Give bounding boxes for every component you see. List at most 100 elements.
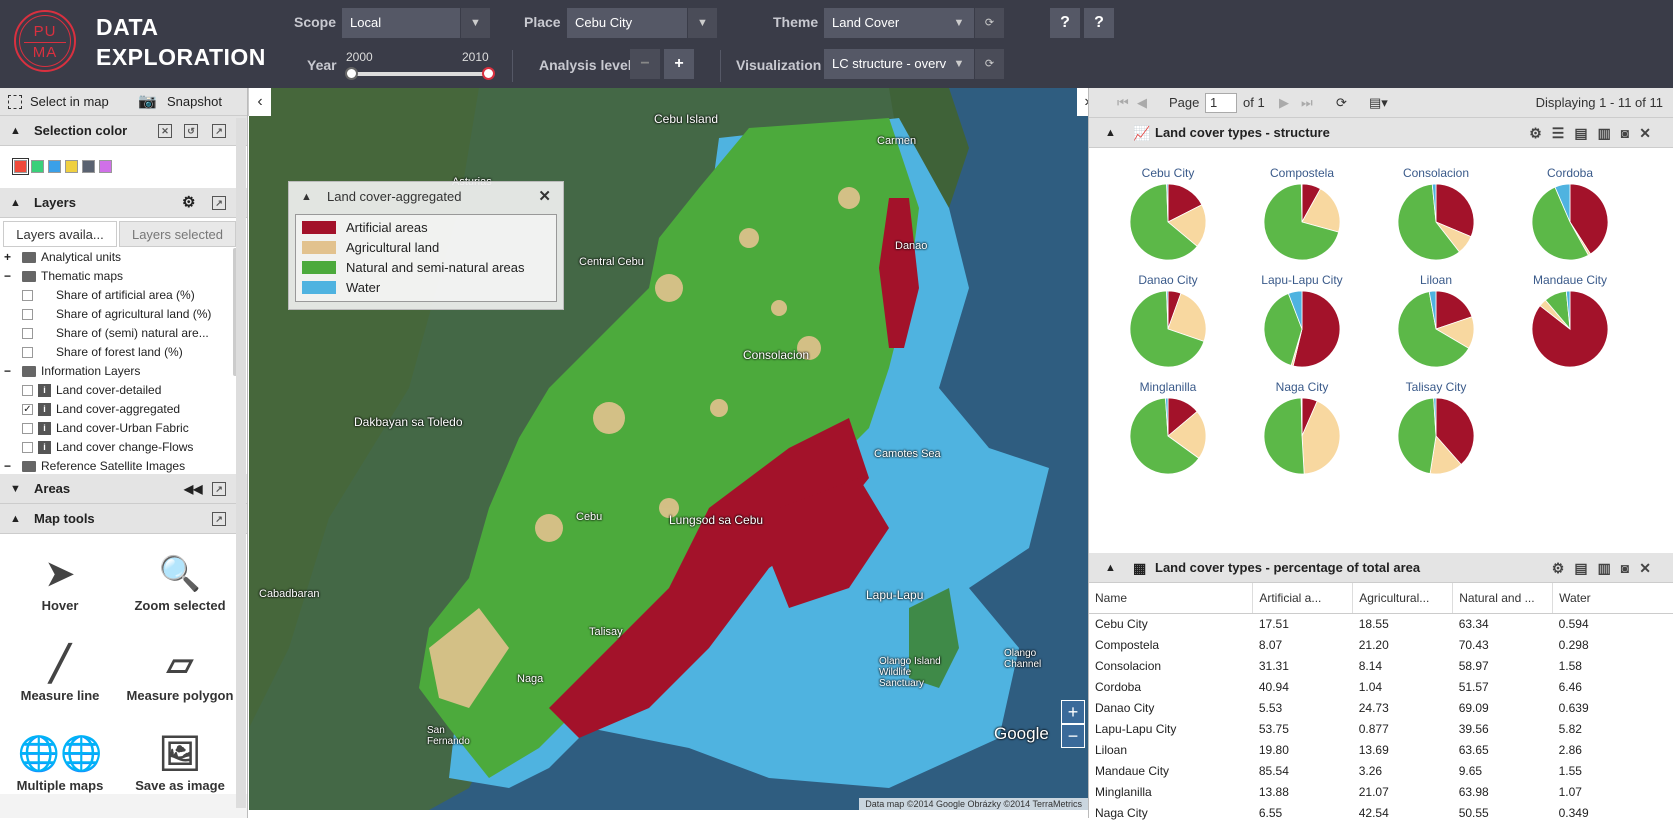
hover-tool[interactable]: ➤ Hover xyxy=(0,550,120,613)
prev-page-icon[interactable]: ◀ xyxy=(1137,88,1147,118)
refresh-icon[interactable]: ⟳ xyxy=(1336,88,1347,118)
selection-color-swatch[interactable] xyxy=(99,160,112,173)
info-icon[interactable]: i xyxy=(38,441,51,454)
table-row[interactable]: Compostela 8.07 21.20 70.43 0.298 xyxy=(1089,634,1673,655)
last-page-icon[interactable]: ⏭ xyxy=(1301,88,1313,118)
popout-icon[interactable]: ↗ xyxy=(212,482,226,496)
selection-color-swatch[interactable] xyxy=(12,158,29,175)
first-page-icon[interactable]: ⏮ xyxy=(1117,88,1129,118)
layer-tree-item[interactable]: Share of agricultural land (%) xyxy=(0,305,247,324)
popout-icon[interactable]: ↗ xyxy=(212,196,226,210)
table-row[interactable]: Naga City 6.55 42.54 50.55 0.349 xyxy=(1089,802,1673,823)
table-row[interactable]: Mandaue City 85.54 3.26 9.65 1.55 xyxy=(1089,760,1673,781)
layer-tree-item[interactable]: Share of artificial area (%) xyxy=(0,286,247,305)
pie-chart[interactable]: Minglanilla xyxy=(1101,378,1235,479)
close-icon[interactable]: ✕ xyxy=(538,182,551,212)
table-row[interactable]: Liloan 19.80 13.69 63.65 2.86 xyxy=(1089,739,1673,760)
layer-checkbox[interactable] xyxy=(22,385,33,396)
scope-select[interactable]: Local ▼ xyxy=(342,8,490,38)
selection-color-swatch[interactable] xyxy=(31,160,44,173)
snapshot-button[interactable]: Snapshot xyxy=(167,88,222,116)
next-page-icon[interactable]: ▶ xyxy=(1279,88,1289,118)
zoom-in-button[interactable]: + xyxy=(1061,700,1085,724)
year-start-handle[interactable] xyxy=(345,67,358,80)
info-icon[interactable]: i xyxy=(38,403,51,416)
widget-icons[interactable]: ⚙☰▤▥◙✕ xyxy=(1529,118,1661,148)
collapse-icon[interactable]: − xyxy=(4,457,11,474)
table-row[interactable]: Consolacion 31.31 8.14 58.97 1.58 xyxy=(1089,655,1673,676)
place-select[interactable]: Cebu City ▼ xyxy=(567,8,717,38)
pie-slice[interactable] xyxy=(1397,397,1437,474)
page-input[interactable]: 1 xyxy=(1205,93,1237,113)
popout-icon[interactable]: ↗ xyxy=(212,512,226,526)
info-icon[interactable]: i xyxy=(38,422,51,435)
measure-line-tool[interactable]: ╱ Measure line xyxy=(0,640,120,703)
pie-chart[interactable]: Cordoba xyxy=(1503,164,1637,265)
layer-tree-item[interactable]: i Land cover-Urban Fabric xyxy=(0,419,247,438)
chevron-up-icon[interactable]: ▲ xyxy=(1105,553,1116,583)
table-column-header[interactable]: Artificial a... xyxy=(1252,583,1354,614)
table-row[interactable]: Lapu-Lapu City 53.75 0.877 39.56 5.82 xyxy=(1089,718,1673,739)
table-row[interactable]: Cordoba 40.94 1.04 51.57 6.46 xyxy=(1089,676,1673,697)
chevron-up-icon[interactable]: ▲ xyxy=(1105,118,1116,148)
pie-chart[interactable]: Talisay City xyxy=(1369,378,1503,479)
collapse-icon[interactable]: − xyxy=(4,362,11,381)
table-row[interactable]: Cebu City 17.51 18.55 63.34 0.594 xyxy=(1089,613,1673,634)
table-column-header[interactable]: Water xyxy=(1552,583,1673,614)
analysis-level-minus-button[interactable]: − xyxy=(630,49,660,79)
layer-checkbox[interactable] xyxy=(22,328,33,339)
year-slider[interactable] xyxy=(345,67,495,80)
layer-checkbox[interactable] xyxy=(22,290,33,301)
collapse-map-left-button[interactable]: ‹ xyxy=(249,88,271,116)
chevron-up-icon[interactable]: ▲ xyxy=(301,182,312,212)
layer-tree-item[interactable]: ✓ i Land cover-aggregated xyxy=(0,400,247,419)
layer-tree-item[interactable]: − Reference Satellite Images xyxy=(0,457,247,474)
selection-color-swatch[interactable] xyxy=(48,160,61,173)
zoom-out-button[interactable]: − xyxy=(1061,724,1085,748)
pie-chart[interactable]: Compostela xyxy=(1235,164,1369,265)
visualization-select[interactable]: LC structure - overv ▼ ⟳ xyxy=(824,49,1004,79)
layer-tree-item[interactable]: i Land cover change-Flows xyxy=(0,438,247,457)
layer-tree-item[interactable]: − Information Layers xyxy=(0,362,247,381)
selection-color-swatch[interactable] xyxy=(82,160,95,173)
layer-checkbox[interactable] xyxy=(22,442,33,453)
year-end-handle[interactable] xyxy=(482,67,495,80)
pie-chart[interactable]: Cebu City xyxy=(1101,164,1235,265)
collapse-icon[interactable]: − xyxy=(4,267,11,286)
pie-chart[interactable]: Danao City xyxy=(1101,271,1235,372)
table-row[interactable]: Minglanilla 13.88 21.07 63.98 1.07 xyxy=(1089,781,1673,802)
theme-select[interactable]: Land Cover ▼ ⟳ xyxy=(824,8,1004,38)
selection-color-header[interactable]: ▲ Selection color ✕ ↺ ↗ xyxy=(0,116,247,146)
layer-tree-item[interactable]: + Analytical units xyxy=(0,248,247,267)
table-column-header[interactable]: Agricultural... xyxy=(1352,583,1454,614)
info-icon[interactable]: i xyxy=(38,384,51,397)
export-icon[interactable]: ▤▾ xyxy=(1369,88,1388,118)
table-column-header[interactable]: Natural and ... xyxy=(1452,583,1554,614)
layer-tree-item[interactable]: − Thematic maps xyxy=(0,267,247,286)
table-widget-header[interactable]: ▲ ▦ Land cover types - percentage of tot… xyxy=(1089,553,1673,583)
multiple-maps-tool[interactable]: 🌐🌐 Multiple maps xyxy=(0,730,120,793)
pie-chart[interactable]: Naga City xyxy=(1235,378,1369,479)
layer-tree-item[interactable]: i Land cover-detailed xyxy=(0,381,247,400)
restore-icon[interactable]: ↺ xyxy=(184,124,198,138)
tab-layers-available[interactable]: Layers availa... xyxy=(3,221,117,247)
zoom-selected-tool[interactable]: 🔍 Zoom selected xyxy=(120,550,240,613)
pie-chart[interactable]: Lapu-Lapu City xyxy=(1235,271,1369,372)
gear-icon[interactable]: ⚙ xyxy=(182,188,195,218)
rewind-icon[interactable]: ◀◀ xyxy=(184,474,202,504)
clear-selection-icon[interactable]: ✕ xyxy=(158,124,172,138)
pie-slice[interactable] xyxy=(1263,397,1305,475)
tab-layers-selected[interactable]: Layers selected xyxy=(119,221,236,247)
layer-checkbox[interactable] xyxy=(22,423,33,434)
refresh-icon[interactable]: ⟳ xyxy=(974,8,1004,38)
expand-icon[interactable]: + xyxy=(4,248,11,267)
left-scrollbar[interactable] xyxy=(236,118,246,808)
pie-chart[interactable]: Liloan xyxy=(1369,271,1503,372)
selection-color-swatch[interactable] xyxy=(65,160,78,173)
legend-header[interactable]: ▲ Land cover-aggregated ✕ xyxy=(289,182,563,212)
cursor-help-button[interactable]: ? xyxy=(1050,8,1080,38)
table-column-header[interactable]: Name xyxy=(1089,583,1254,614)
pie-chart[interactable]: Consolacion xyxy=(1369,164,1503,265)
chart-widget-header[interactable]: ▲ 📈 Land cover types - structure ⚙☰▤▥◙✕ xyxy=(1089,118,1673,148)
layer-checkbox[interactable]: ✓ xyxy=(22,404,33,415)
